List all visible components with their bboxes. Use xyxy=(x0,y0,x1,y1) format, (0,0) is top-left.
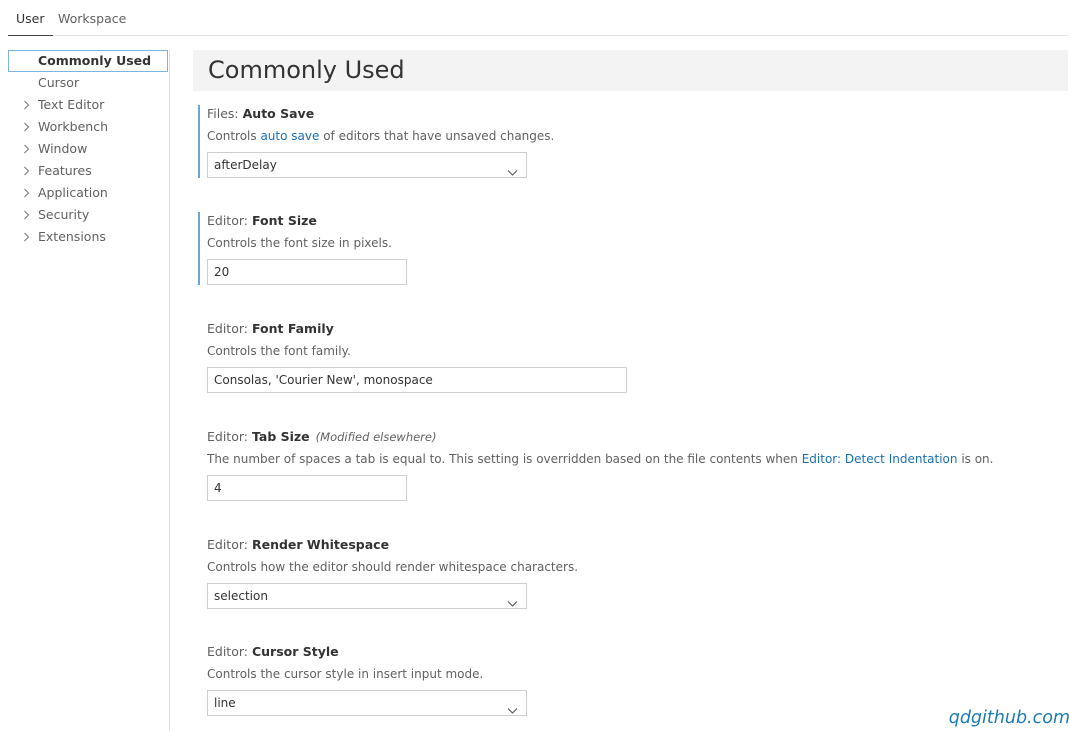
sidebar-item-extensions[interactable]: Extensions xyxy=(8,226,169,248)
cursor-style-select[interactable]: line xyxy=(207,690,527,716)
setting-editor-cursor-style: Editor: Cursor Style Controls the cursor… xyxy=(198,643,1058,716)
description-text: is on. xyxy=(957,452,994,466)
page-title: Commonly Used xyxy=(193,50,1068,91)
setting-editor-render-whitespace: Editor: Render Whitespace Controls how t… xyxy=(198,536,1058,609)
chevron-down-icon xyxy=(507,699,518,723)
setting-title: Editor: Render Whitespace xyxy=(207,536,1058,556)
tab-workspace[interactable]: Workspace xyxy=(50,11,134,36)
sidebar-item-label: Window xyxy=(38,141,88,156)
chevron-right-icon xyxy=(22,94,32,115)
chevron-down-icon xyxy=(507,592,518,616)
settings-scope-tabs: User Workspace xyxy=(8,0,1068,36)
setting-title: Editor: Tab Size (Modified elsewhere) xyxy=(207,428,1058,448)
settings-editor: Commonly Used Files: Auto Save Controls … xyxy=(193,50,1068,716)
sidebar-item-label: Commonly Used xyxy=(38,53,152,68)
sidebar-item-cursor[interactable]: Cursor xyxy=(8,72,169,94)
chevron-right-icon xyxy=(22,226,32,247)
sidebar-item-label: Extensions xyxy=(38,229,106,244)
sidebar-item-label: Features xyxy=(38,163,92,178)
settings-toc-sidebar: Commonly Used Cursor Text Editor Workben… xyxy=(8,50,170,731)
watermark: qdgithub.com xyxy=(948,708,1070,728)
sidebar-item-label: Text Editor xyxy=(38,97,105,112)
select-value: line xyxy=(214,696,236,710)
description-text: Controls xyxy=(207,129,261,143)
sidebar-item-security[interactable]: Security xyxy=(8,204,169,226)
sidebar-item-label: Workbench xyxy=(38,119,108,134)
setting-category: Editor: xyxy=(207,321,252,336)
font-size-input[interactable]: 20 xyxy=(207,259,407,285)
select-value: afterDelay xyxy=(214,158,277,172)
setting-files-auto-save: Files: Auto Save Controls auto save of e… xyxy=(198,105,1058,178)
font-family-input[interactable]: Consolas, 'Courier New', monospace xyxy=(207,367,627,393)
render-whitespace-select[interactable]: selection xyxy=(207,583,527,609)
setting-description: Controls the cursor style in insert inpu… xyxy=(207,667,484,681)
setting-key: Font Family xyxy=(251,321,334,336)
sidebar-item-window[interactable]: Window xyxy=(8,138,169,160)
sidebar-item-label: Application xyxy=(38,185,108,200)
setting-description: The number of spaces a tab is equal to. … xyxy=(207,451,1058,469)
setting-key: Render Whitespace xyxy=(251,537,390,552)
description-text: of editors that have unsaved changes. xyxy=(319,129,555,143)
setting-editor-font-family: Editor: Font Family Controls the font fa… xyxy=(198,320,1058,393)
setting-key: Cursor Style xyxy=(251,644,339,659)
setting-description: Controls the font size in pixels. xyxy=(207,236,392,250)
chevron-right-icon xyxy=(22,160,32,181)
select-value: selection xyxy=(214,589,268,603)
description-text: The number of spaces a tab is equal to. … xyxy=(207,452,802,466)
setting-title: Editor: Font Family xyxy=(207,320,1058,340)
setting-title: Files: Auto Save xyxy=(207,105,1058,125)
sidebar-item-commonly-used[interactable]: Commonly Used xyxy=(8,50,168,72)
detect-indentation-link[interactable]: Editor: Detect Indentation xyxy=(802,452,958,466)
setting-key: Font Size xyxy=(251,213,317,228)
setting-title: Editor: Cursor Style xyxy=(207,643,1058,663)
setting-category: Editor: xyxy=(207,644,252,659)
sidebar-item-text-editor[interactable]: Text Editor xyxy=(8,94,169,116)
chevron-right-icon xyxy=(22,116,32,137)
setting-editor-tab-size: Editor: Tab Size (Modified elsewhere) The… xyxy=(198,428,1058,501)
setting-description: Controls auto save of editors that have … xyxy=(207,128,1058,146)
sidebar-item-application[interactable]: Application xyxy=(8,182,169,204)
setting-category: Editor: xyxy=(207,429,252,444)
auto-save-link[interactable]: auto save xyxy=(260,129,319,143)
sidebar-item-label: Security xyxy=(38,207,90,222)
tab-size-input[interactable]: 4 xyxy=(207,475,407,501)
setting-category: Editor: xyxy=(207,537,252,552)
sidebar-item-features[interactable]: Features xyxy=(8,160,169,182)
chevron-right-icon xyxy=(22,138,32,159)
modified-elsewhere-indicator: (Modified elsewhere) xyxy=(315,430,437,444)
auto-save-select[interactable]: afterDelay xyxy=(207,152,527,178)
setting-title: Editor: Font Size xyxy=(207,212,1058,232)
setting-description: Controls the font family. xyxy=(207,344,351,358)
sidebar-item-workbench[interactable]: Workbench xyxy=(8,116,169,138)
chevron-right-icon xyxy=(22,204,32,225)
tab-user[interactable]: User xyxy=(8,11,53,36)
setting-category: Editor: xyxy=(207,213,252,228)
setting-editor-font-size: Editor: Font Size Controls the font size… xyxy=(198,212,1058,285)
chevron-down-icon xyxy=(507,161,518,185)
sidebar-item-label: Cursor xyxy=(38,75,80,90)
setting-key: Tab Size xyxy=(251,429,310,444)
setting-category: Files: xyxy=(207,106,243,121)
chevron-right-icon xyxy=(22,182,32,203)
setting-key: Auto Save xyxy=(242,106,315,121)
setting-description: Controls how the editor should render wh… xyxy=(207,560,579,574)
